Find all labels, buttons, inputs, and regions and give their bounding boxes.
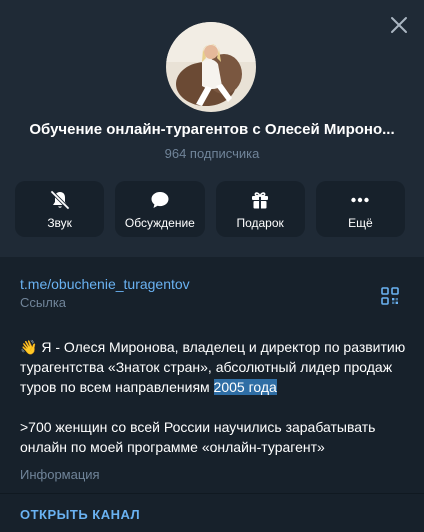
gift-label: Подарок [236, 215, 284, 230]
discussion-label: Обсуждение [124, 215, 195, 230]
channel-avatar[interactable] [166, 22, 256, 112]
gift-icon [252, 191, 269, 208]
divider [0, 493, 424, 494]
discussion-button[interactable]: Обсуждение [115, 181, 205, 237]
sound-label: Звук [47, 215, 72, 230]
chat-bubble-icon [151, 191, 169, 208]
channel-title: Обучение онлайн-турагентов с Олесей Миро… [29, 121, 395, 138]
gift-button[interactable]: Подарок [215, 181, 305, 237]
more-dots-icon [351, 197, 370, 202]
more-label: Ещё [348, 215, 373, 230]
description-caption: Информация [20, 467, 100, 482]
open-channel-button[interactable]: ОТКРЫТЬ КАНАЛ [20, 507, 140, 522]
description-paragraph-1: 👋 Я - Олеся Миронова, владелец и директо… [20, 337, 410, 397]
profile-header: Обучение онлайн-турагентов с Олесей Миро… [0, 0, 424, 257]
sound-button[interactable]: Звук [15, 181, 105, 237]
subscriber-count: 964 подписчика [164, 146, 260, 161]
channel-description: 👋 Я - Олеся Миронова, владелец и директо… [20, 337, 410, 457]
qr-code-icon[interactable] [380, 286, 400, 306]
wave-emoji: 👋 [20, 339, 38, 355]
selected-text: 2005 года [213, 379, 277, 395]
channel-link[interactable]: t.me/obuchenie_turagentov [20, 276, 410, 292]
link-caption: Ссылка [20, 295, 67, 310]
link-section: t.me/obuchenie_turagentov Ссылка [20, 276, 410, 310]
more-button[interactable]: Ещё [315, 181, 405, 237]
close-icon[interactable] [388, 14, 410, 36]
action-bar: Звук Обсуждение Подарок Ещё [15, 181, 405, 237]
mute-bell-icon [49, 189, 70, 210]
description-text-1: Я - Олеся Миронова, владелец и директор … [20, 339, 406, 395]
description-paragraph-2: >700 женщин со всей России научились зар… [20, 419, 376, 455]
